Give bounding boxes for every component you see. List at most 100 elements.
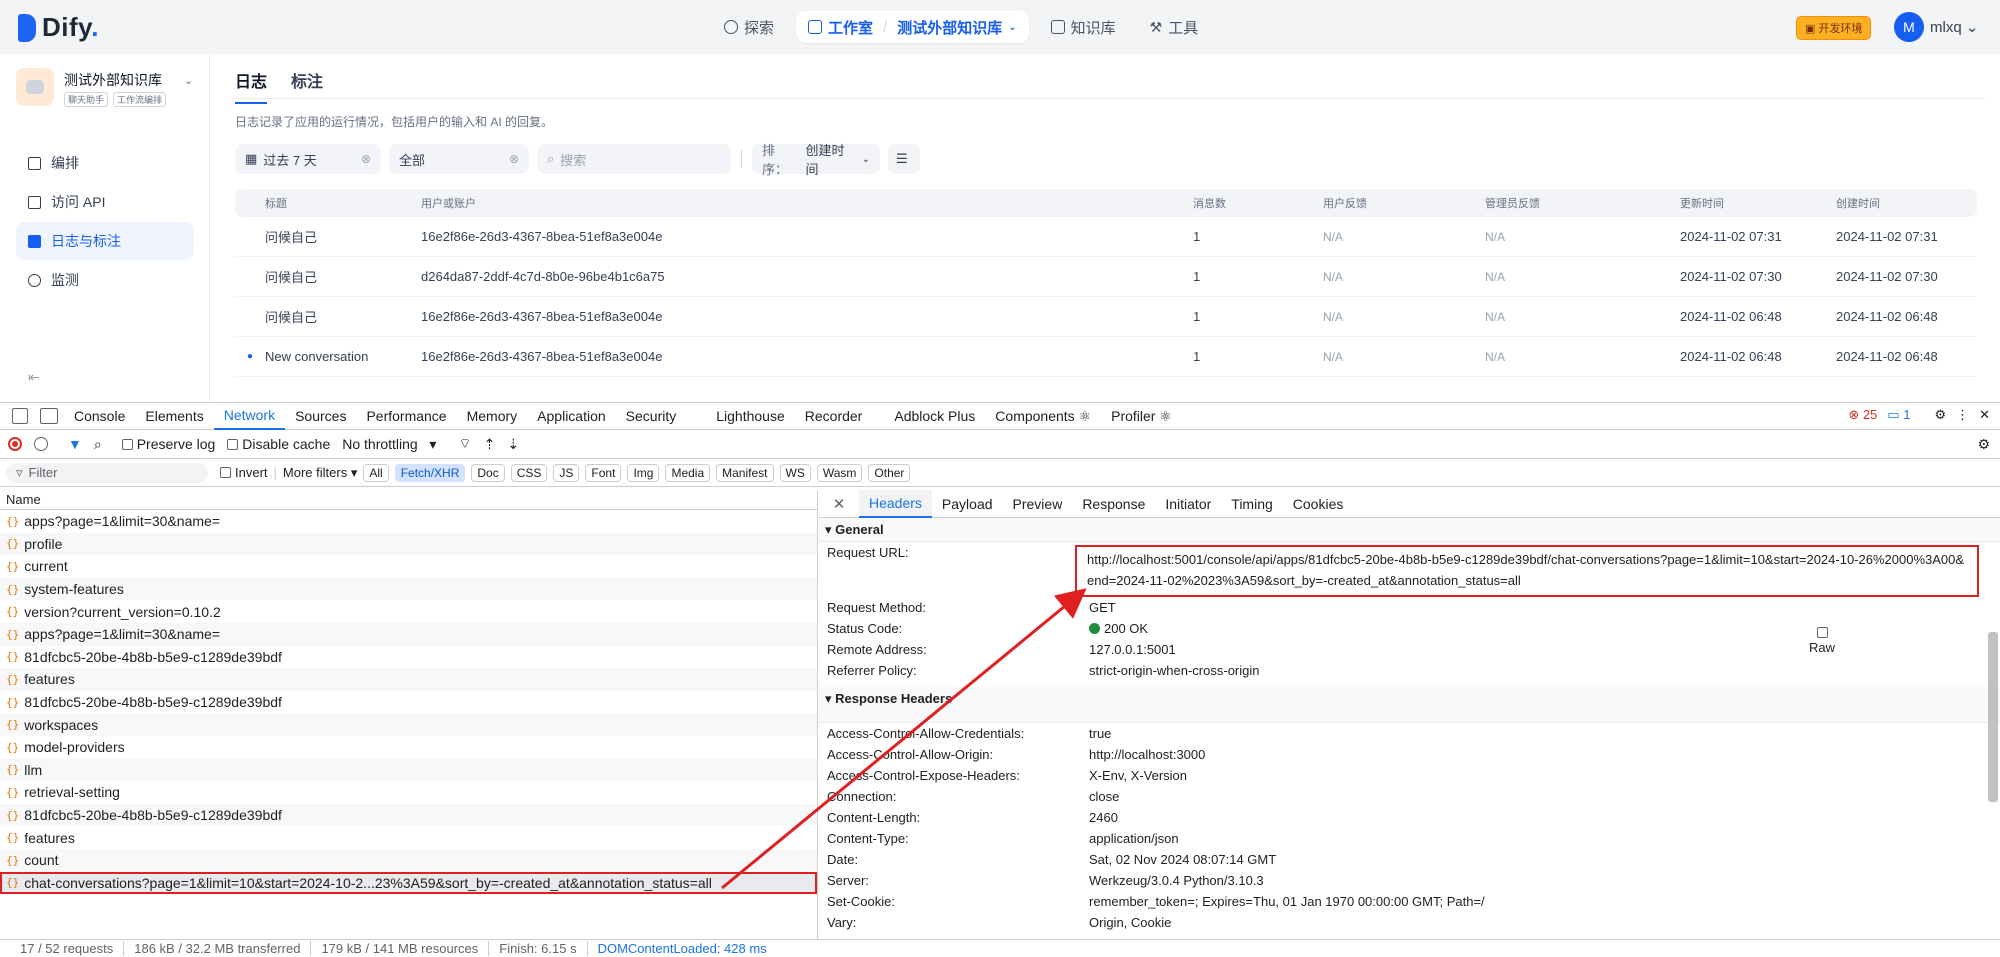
sort-order-button[interactable]: ☰ — [888, 144, 920, 174]
chip-img[interactable]: Img — [627, 463, 660, 482]
sidebar-item-logs[interactable]: 日志与标注 — [16, 222, 194, 260]
request-row[interactable]: {} llm — [0, 758, 817, 782]
request-row[interactable]: {} current — [0, 555, 817, 578]
tab-adblock-plus[interactable]: Adblock Plus — [884, 403, 985, 430]
device-toolbar-icon[interactable] — [40, 408, 58, 424]
request-row[interactable]: {} model-providers — [0, 736, 817, 759]
tab-performance[interactable]: Performance — [356, 403, 456, 430]
collapse-sidebar-icon[interactable]: ⇤ — [28, 369, 40, 386]
tab-profiler[interactable]: Profiler ⚛ — [1101, 403, 1182, 430]
tab-timing[interactable]: Timing — [1221, 490, 1283, 518]
period-select[interactable]: ▦ 过去 7 天 ⊗ — [235, 144, 381, 174]
request-row[interactable]: {} 81dfcbc5-20be-4b8b-b5e9-c1289de39bdf — [0, 691, 817, 714]
import-har-icon[interactable]: ⇡ — [484, 436, 496, 453]
tab-application[interactable]: Application — [527, 403, 616, 430]
general-section-header[interactable]: ▾ General — [819, 518, 2000, 542]
request-row[interactable]: {} workspaces — [0, 713, 817, 736]
message-count-badge[interactable]: ▭ 1 — [1887, 407, 1910, 423]
tab-payload[interactable]: Payload — [932, 490, 1003, 518]
table-row[interactable]: ● New conversation 16e2f86e-26d3-4367-8b… — [235, 337, 1977, 377]
preserve-log-checkbox[interactable]: Preserve log — [121, 436, 215, 452]
tab-preview[interactable]: Preview — [1003, 490, 1073, 518]
clear-icon[interactable]: ⊗ — [361, 152, 371, 166]
tab-console[interactable]: Console — [64, 403, 135, 430]
tab-response[interactable]: Response — [1072, 490, 1155, 518]
sidebar-item-monitoring[interactable]: 监测 — [16, 261, 194, 299]
tab-components[interactable]: Components ⚛ — [985, 403, 1101, 430]
app-card[interactable]: 测试外部知识库 聊天助手 工作流编排 — [16, 68, 167, 107]
table-row[interactable]: 问候自己 16e2f86e-26d3-4367-8bea-51ef8a3e004… — [235, 217, 1977, 257]
chip-font[interactable]: Font — [585, 463, 622, 482]
request-row[interactable]: {} 81dfcbc5-20be-4b8b-b5e9-c1289de39bdf — [0, 803, 817, 827]
table-row[interactable]: 问候自己 16e2f86e-26d3-4367-8bea-51ef8a3e004… — [235, 297, 1977, 337]
throttling-select[interactable]: No throttling ▾ — [342, 436, 436, 453]
nav-tools[interactable]: ⚒ 工具 — [1138, 11, 1211, 43]
request-row[interactable]: {} chat-conversations?page=1&limit=10&sta… — [0, 871, 817, 895]
export-har-icon[interactable]: ⇣ — [507, 436, 519, 453]
chip-fetch-xhr[interactable]: Fetch/XHR — [394, 463, 466, 482]
request-row[interactable]: {} apps?page=1&limit=30&name= — [0, 622, 817, 646]
user-menu[interactable]: mlxq ⌄ — [1930, 18, 1978, 36]
sort-select[interactable]: 排序： 创建时间 ⌄ — [752, 143, 880, 177]
response-headers-section-header[interactable]: ▾ Response Headers — [819, 687, 2000, 723]
more-filters-dropdown[interactable]: More filters ▾ — [283, 465, 357, 481]
table-row[interactable]: 问候自己 d264da87-2ddf-4c7d-8b0e-96be4b1c6a7… — [235, 257, 1977, 297]
scrollbar[interactable] — [1988, 632, 1998, 802]
clear-log-icon[interactable] — [34, 437, 48, 451]
network-settings-gear-icon[interactable]: ⚙ — [1977, 436, 1990, 453]
record-icon[interactable] — [8, 437, 22, 451]
chip-manifest[interactable]: Manifest — [716, 463, 774, 482]
close-icon[interactable]: ✕ — [819, 495, 859, 513]
filter-funnel-icon[interactable]: ▼ — [68, 436, 82, 452]
nav-studio[interactable]: 工作室 / 测试外部知识库 ⌄ — [796, 11, 1029, 43]
request-row[interactable]: {} version?current_version=0.10.2 — [0, 600, 817, 623]
search-input[interactable]: ⌕ 搜索 — [537, 144, 731, 174]
request-row[interactable]: {} apps?page=1&limit=30&name= — [0, 510, 817, 533]
current-app-selector[interactable]: 测试外部知识库 — [897, 17, 1002, 38]
chip-all[interactable]: All — [363, 463, 389, 482]
filter-input[interactable]: ▿ Filter — [6, 462, 208, 483]
request-row[interactable]: {} retrieval-setting — [0, 781, 817, 804]
invert-checkbox[interactable]: Invert — [220, 465, 268, 480]
raw-toggle[interactable]: Raw — [1809, 625, 1835, 655]
error-count-badge[interactable]: ⊗ 25 — [1848, 407, 1877, 423]
status-select[interactable]: 全部 ⊗ — [389, 144, 529, 174]
chip-wasm[interactable]: Wasm — [816, 463, 863, 482]
nav-knowledge[interactable]: 知识库 — [1039, 11, 1128, 43]
chip-doc[interactable]: Doc — [471, 463, 505, 482]
tab-lighthouse[interactable]: Lighthouse — [706, 403, 795, 430]
tab-cookies[interactable]: Cookies — [1283, 490, 1354, 518]
tab-memory[interactable]: Memory — [457, 403, 528, 430]
request-row[interactable]: {} profile — [0, 532, 817, 556]
chip-ws[interactable]: WS — [779, 463, 811, 482]
request-row[interactable]: {} features — [0, 668, 817, 691]
name-column-header[interactable]: Name — [0, 490, 817, 510]
chip-js[interactable]: JS — [553, 463, 580, 482]
dify-logo[interactable]: Dify. — [18, 12, 99, 43]
disable-cache-checkbox[interactable]: Disable cache — [227, 436, 330, 452]
close-icon[interactable]: ✕ — [1979, 407, 1990, 423]
tab-security[interactable]: Security — [616, 403, 687, 430]
request-row[interactable]: {} count — [0, 848, 817, 872]
more-vertical-icon[interactable]: ⋮ — [1956, 407, 1969, 423]
chip-other[interactable]: Other — [868, 463, 911, 482]
request-row[interactable]: {} system-features — [0, 577, 817, 601]
inspect-element-icon[interactable] — [12, 408, 28, 424]
settings-gear-icon[interactable]: ⚙ — [1934, 407, 1946, 423]
chevron-down-icon[interactable]: ⌄ — [184, 74, 193, 87]
nav-explore[interactable]: 探索 — [712, 11, 786, 43]
chip-media[interactable]: Media — [665, 463, 711, 482]
request-row[interactable]: {} 81dfcbc5-20be-4b8b-b5e9-c1289de39bdf — [0, 646, 817, 669]
chip-css[interactable]: CSS — [510, 463, 548, 482]
tab-headers[interactable]: Headers — [859, 490, 932, 518]
tab-sources[interactable]: Sources — [285, 403, 356, 430]
search-icon[interactable]: ⌕ — [94, 436, 102, 453]
tab-elements[interactable]: Elements — [135, 403, 213, 430]
sidebar-item-api[interactable]: 访问 API — [16, 183, 194, 221]
clear-icon[interactable]: ⊗ — [509, 152, 519, 166]
tab-network[interactable]: Network — [213, 403, 286, 430]
tab-recorder[interactable]: Recorder — [795, 403, 873, 430]
avatar[interactable]: M — [1894, 12, 1924, 42]
tab-initiator[interactable]: Initiator — [1155, 490, 1221, 518]
network-conditions-icon[interactable]: ⌔ — [458, 435, 471, 453]
